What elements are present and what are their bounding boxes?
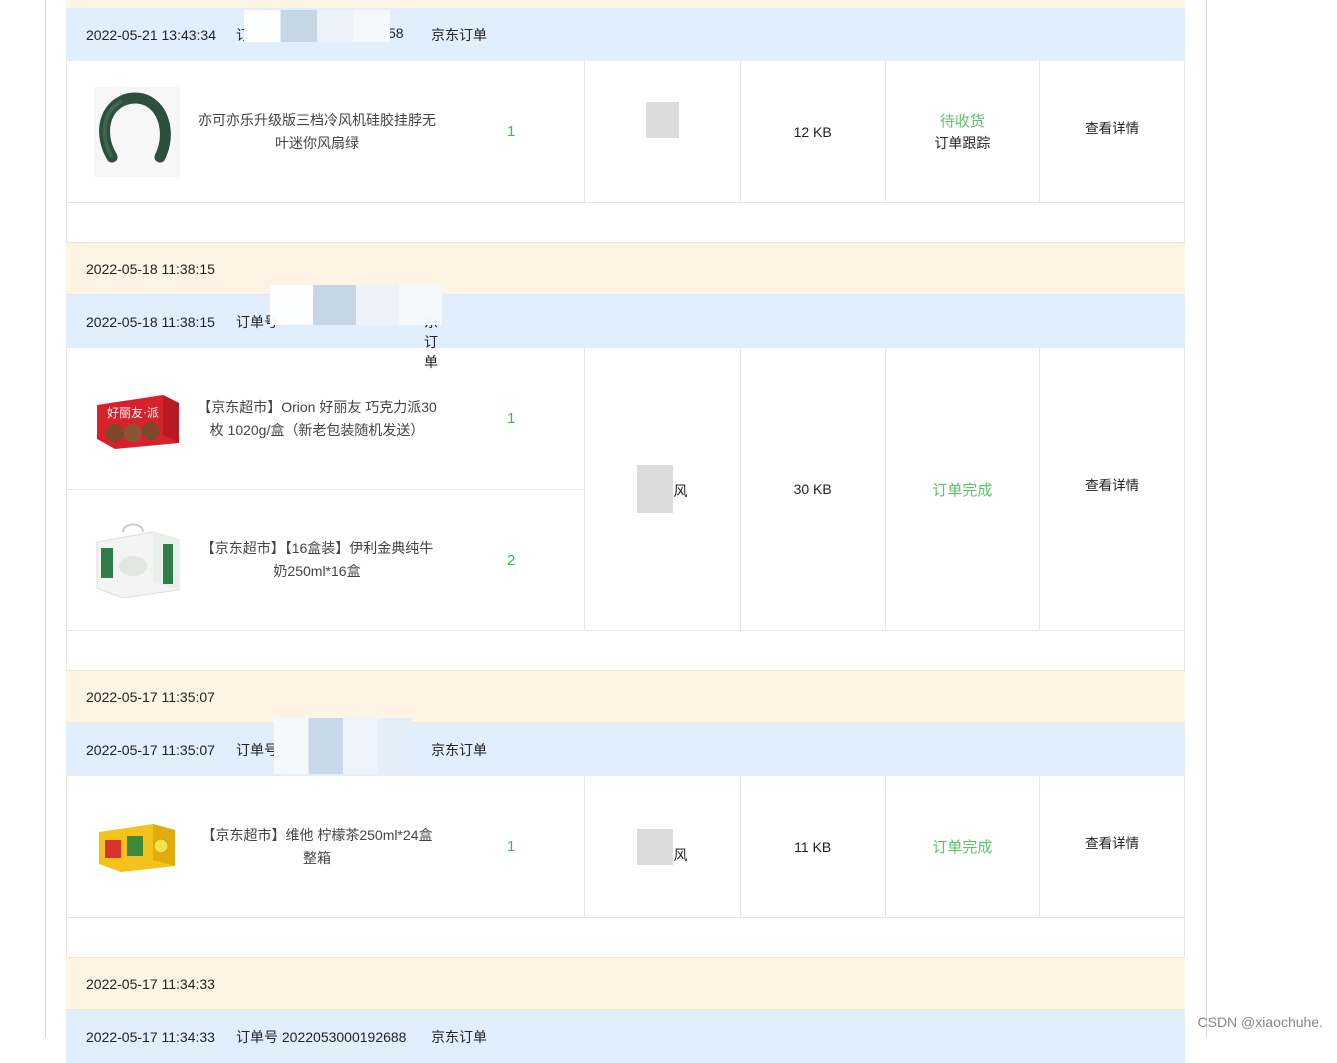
redacted-order-number (270, 284, 442, 325)
order-tracking-link[interactable]: 订单跟踪 (934, 133, 990, 153)
redacted-payment (645, 101, 679, 138)
date-header: 2022-05-18 11:38:15 (66, 242, 1185, 295)
date-bar-partial (66, 0, 1185, 8)
order-info-bar: 2022-05-21 13:43:34 订 58 京东订单 (66, 8, 1185, 61)
list-item: 亦可亦乐升级版三档冷风机硅胶挂脖无叶迷你风扇绿 1 (67, 61, 584, 202)
redacted-payment (637, 828, 674, 865)
product-image-fan[interactable] (92, 86, 182, 177)
product-quantity: 1 (507, 123, 516, 140)
view-details-link[interactable]: 查看详情 (1085, 474, 1139, 494)
order-info-bar: 2022-05-17 11:35:07 订单号 京东订单 (66, 717, 1185, 776)
order-body: 亦可亦乐升级版三档冷风机硅胶挂脖无叶迷你风扇绿 1 12 KB 待收货 订单跟踪… (66, 61, 1185, 203)
product-quantity: 1 (507, 838, 516, 855)
product-image-orion[interactable]: 好丽友·派 (92, 374, 182, 464)
order-size: 12 KB (741, 61, 886, 202)
order-items: 亦可亦乐升级版三档冷风机硅胶挂脖无叶迷你风扇绿 1 (67, 61, 586, 202)
action-cell: 查看详情 (1040, 776, 1184, 917)
list-item: 好丽友·派 【京东超市】Orion 好丽友 巧克力派30枚 1020g/盒（新老… (67, 348, 584, 489)
redacted-order-number (274, 717, 412, 774)
product-name[interactable]: 【京东超市】Orion 好丽友 巧克力派30枚 1020g/盒（新老包装随机发送… (197, 396, 437, 442)
product-name[interactable]: 亦可亦乐升级版三档冷风机硅胶挂脖无叶迷你风扇绿 (197, 109, 437, 155)
payment-cell (585, 61, 741, 202)
status-cell: 待收货 订单跟踪 (886, 61, 1041, 202)
order-number: 订单号 2022053000192688 (236, 1028, 407, 1045)
order-source: 京东订单 (431, 741, 487, 758)
order-number: 订单号 (236, 717, 431, 774)
date-header: 2022-05-17 11:34:33 (66, 957, 1185, 1010)
order-spacer (66, 918, 1185, 957)
order-body: 好丽友·派 【京东超市】Orion 好丽友 巧克力派30枚 1020g/盒（新老… (66, 348, 1185, 631)
status-cell: 订单完成 (886, 776, 1041, 917)
order-source: 京东订单 (431, 26, 487, 43)
view-details-link[interactable]: 查看详情 (1085, 832, 1139, 852)
order-status: 待收货 (939, 113, 985, 130)
order-body: 【京东超市】维他 柠檬茶250ml*24盒 整箱 1 风 11 KB 订单完成 … (66, 776, 1185, 918)
product-image-milk[interactable] (92, 515, 182, 605)
order-status: 订单完成 (932, 839, 993, 856)
order-size: 11 KB (741, 776, 886, 917)
view-details-link[interactable]: 查看详情 (1085, 117, 1139, 137)
order-spacer (66, 631, 1185, 670)
page-left-border (45, 0, 46, 1038)
redacted-order-number (244, 9, 390, 42)
product-quantity: 1 (507, 410, 516, 427)
date-header: 2022-05-17 11:35:07 (66, 670, 1185, 723)
order-info-bar: 2022-05-18 11:38:15 订单号 东订单 (66, 284, 1185, 370)
watermark: CSDN @xiaochuhe. (1197, 1014, 1324, 1030)
status-cell: 订单完成 (886, 348, 1041, 630)
payment-cell: 风 (585, 776, 741, 917)
payment-cell: 风 (585, 348, 741, 630)
order-time: 2022-05-17 11:34:33 (86, 1028, 215, 1045)
order-list: 2022-05-21 13:43:34 订 58 京东订单 亦可亦乐升级版三档冷… (66, 0, 1185, 1063)
order-info-bar: 2022-05-17 11:34:33 订单号 2022053000192688… (66, 1010, 1185, 1063)
order-block: 2022-05-18 11:38:15 2022-05-18 11:38:15 … (66, 242, 1185, 670)
svg-text:好丽友·派: 好丽友·派 (107, 406, 159, 420)
product-name[interactable]: 【京东超市】维他 柠檬茶250ml*24盒 整箱 (197, 824, 437, 870)
action-cell: 查看详情 (1040, 61, 1184, 202)
order-block: 2022-05-17 11:34:33 2022-05-17 11:34:33 … (66, 957, 1185, 1063)
payment-text: 风 (673, 483, 688, 499)
order-source: 京东订单 (431, 1028, 487, 1045)
order-time: 2022-05-17 11:35:07 (86, 741, 215, 758)
order-time: 2022-05-18 11:38:15 (86, 313, 215, 330)
order-number: 订 58 (236, 9, 431, 45)
list-item: 【京东超市】维他 柠檬茶250ml*24盒 整箱 1 (67, 776, 584, 917)
payment-text: 风 (673, 846, 688, 863)
order-number: 订单号 东订单 (236, 284, 442, 370)
list-item: 【京东超市】【16盒装】伊利金典纯牛奶250ml*16盒 2 (67, 489, 585, 630)
page-right-border (1206, 0, 1207, 1038)
redacted-payment (637, 465, 674, 513)
product-image-tea[interactable] (92, 802, 182, 892)
order-status: 订单完成 (932, 481, 993, 499)
product-name[interactable]: 【京东超市】【16盒装】伊利金典纯牛奶250ml*16盒 (197, 537, 437, 583)
action-cell: 查看详情 (1040, 348, 1184, 630)
order-block: 2022-05-21 13:43:34 订 58 京东订单 亦可亦乐升级版三档冷… (66, 0, 1185, 242)
order-spacer (66, 203, 1185, 242)
product-quantity: 2 (507, 551, 516, 569)
order-size: 30 KB (741, 348, 886, 630)
order-items: 【京东超市】维他 柠檬茶250ml*24盒 整箱 1 (67, 776, 586, 917)
order-time: 2022-05-21 13:43:34 (86, 26, 216, 43)
order-block: 2022-05-17 11:35:07 2022-05-17 11:35:07 … (66, 670, 1185, 957)
order-items: 好丽友·派 【京东超市】Orion 好丽友 巧克力派30枚 1020g/盒（新老… (67, 348, 586, 630)
